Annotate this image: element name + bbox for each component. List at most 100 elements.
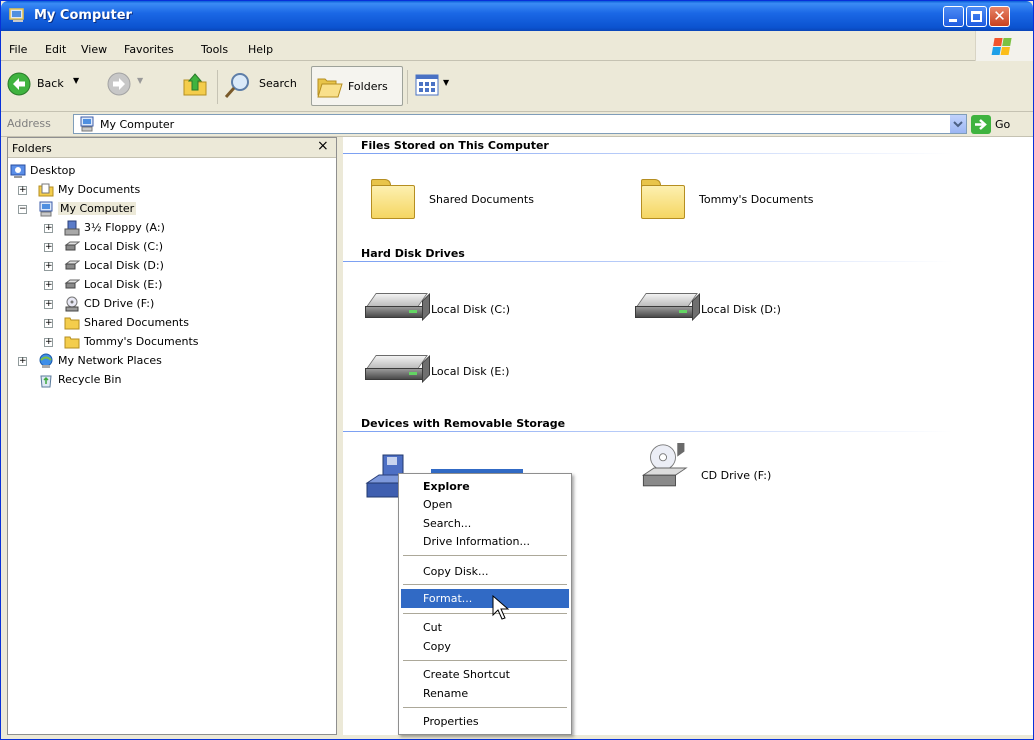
expand-icon[interactable]: + — [44, 224, 53, 233]
tree-item-local-disk-c[interactable]: + Local Disk (C:) — [10, 238, 230, 256]
go-label: Go — [995, 118, 1011, 131]
address-dropdown-button[interactable] — [949, 115, 966, 133]
menu-view[interactable]: View — [81, 43, 107, 56]
tree-item-shared-documents[interactable]: + Shared Documents — [10, 314, 230, 332]
item-label: Local Disk (E:) — [431, 365, 510, 378]
menu-item-format[interactable]: Format... — [401, 589, 569, 608]
hard-disk-icon — [64, 279, 80, 289]
toolbar-separator — [407, 70, 408, 104]
standard-toolbar: Back ▼ ▼ Search Folders ▼ — [1, 62, 1033, 112]
menu-item-cut[interactable]: Cut — [401, 618, 569, 637]
minimize-button[interactable] — [943, 6, 964, 27]
group-title-files-stored: Files Stored on This Computer — [361, 139, 549, 152]
toolbar-separator — [217, 70, 218, 104]
hard-disk-icon — [635, 293, 701, 321]
desktop-icon — [10, 164, 26, 178]
recycle-bin-icon — [40, 375, 52, 388]
menu-separator — [403, 660, 567, 661]
windows-flag-icon — [991, 38, 1012, 56]
floppy-drive-icon — [64, 220, 80, 236]
menu-item-properties[interactable]: Properties — [401, 712, 569, 731]
tree-item-my-network-places[interactable]: + My Network Places — [10, 352, 210, 370]
item-shared-documents[interactable]: Shared Documents — [369, 175, 609, 223]
expand-icon[interactable]: + — [18, 186, 27, 195]
cd-drive-icon — [641, 443, 688, 487]
search-button[interactable]: Search — [223, 68, 307, 104]
folder-icon — [639, 177, 687, 219]
item-local-disk-d[interactable]: Local Disk (D:) — [635, 285, 855, 333]
menu-item-open[interactable]: Open — [401, 495, 569, 514]
expand-icon[interactable]: + — [18, 357, 27, 366]
my-computer-icon — [39, 201, 53, 217]
menu-item-explore[interactable]: Explore — [401, 477, 569, 496]
item-tommys-documents[interactable]: Tommy's Documents — [639, 175, 899, 223]
tree-item-local-disk-e[interactable]: + Local Disk (E:) — [10, 276, 230, 294]
expand-icon[interactable]: + — [44, 338, 53, 347]
tree-item-floppy-a[interactable]: + 3½ Floppy (A:) — [10, 219, 230, 237]
tree-item-cd-drive-f[interactable]: + CD Drive (F:) — [10, 295, 230, 313]
tree-item-local-disk-d[interactable]: + Local Disk (D:) — [10, 257, 230, 275]
menu-separator — [403, 707, 567, 708]
menu-help[interactable]: Help — [248, 43, 273, 56]
menu-edit[interactable]: Edit — [45, 43, 66, 56]
menu-item-label: Open — [423, 498, 453, 511]
menu-item-label: Copy Disk... — [423, 565, 489, 578]
title-bar[interactable]: My Computer ✕ — [1, 1, 1033, 31]
menu-file[interactable]: File — [9, 43, 27, 56]
menu-item-drive-information[interactable]: Drive Information... — [401, 532, 569, 551]
back-arrow-icon — [7, 72, 31, 96]
cd-drive-icon — [65, 296, 79, 312]
folders-button[interactable]: Folders — [311, 66, 403, 106]
menu-item-label: Explore — [423, 480, 470, 493]
hard-disk-icon — [64, 260, 80, 270]
context-menu: Explore Open Search... Drive Information… — [398, 473, 572, 735]
tree-item-recycle-bin[interactable]: Recycle Bin — [10, 371, 210, 389]
menu-item-label: Rename — [423, 687, 469, 700]
menu-item-copy-disk[interactable]: Copy Disk... — [401, 562, 569, 581]
item-local-disk-e[interactable]: Local Disk (E:) — [365, 347, 585, 395]
item-label: Local Disk (C:) — [431, 303, 511, 316]
expand-icon[interactable]: + — [44, 243, 53, 252]
menu-item-rename[interactable]: Rename — [401, 684, 569, 703]
close-button[interactable]: ✕ — [989, 6, 1010, 27]
tree-label: My Documents — [58, 183, 141, 196]
address-input[interactable]: My Computer — [73, 114, 967, 134]
tree-item-desktop[interactable]: Desktop — [10, 162, 210, 180]
network-places-icon — [39, 353, 53, 368]
maximize-button[interactable] — [966, 6, 987, 27]
menu-favorites[interactable]: Favorites — [124, 43, 174, 56]
hard-disk-icon — [64, 241, 80, 251]
item-label: Tommy's Documents — [699, 193, 814, 206]
views-button[interactable]: ▼ — [415, 68, 457, 104]
up-folder-icon — [183, 73, 207, 96]
item-local-disk-c[interactable]: Local Disk (C:) — [365, 285, 585, 333]
go-button[interactable]: Go — [971, 115, 1027, 134]
views-dropdown-icon[interactable]: ▼ — [443, 78, 449, 87]
tree-item-tommys-documents[interactable]: + Tommy's Documents — [10, 333, 230, 351]
menu-item-label: Drive Information... — [423, 535, 530, 548]
forward-button[interactable]: ▼ — [107, 68, 147, 104]
menu-item-label: Search... — [423, 517, 472, 530]
group-title-removable-storage: Devices with Removable Storage — [361, 417, 566, 430]
expand-icon[interactable]: + — [44, 281, 53, 290]
menu-item-search[interactable]: Search... — [401, 514, 569, 533]
expand-icon[interactable]: + — [44, 319, 53, 328]
forward-dropdown-icon[interactable]: ▼ — [137, 76, 143, 85]
go-arrow-icon — [971, 115, 991, 134]
my-computer-icon — [80, 116, 94, 132]
back-button[interactable]: Back ▼ — [7, 68, 93, 104]
back-dropdown-icon[interactable]: ▼ — [73, 76, 79, 85]
menu-item-copy[interactable]: Copy — [401, 637, 569, 656]
expand-icon[interactable]: + — [44, 262, 53, 271]
address-bar: Address My Computer Go — [1, 112, 1033, 137]
tree-label: My Network Places — [58, 354, 162, 367]
tree-item-my-documents[interactable]: + My Documents — [10, 181, 210, 199]
collapse-icon[interactable]: − — [18, 205, 27, 214]
item-cd-drive-f[interactable]: CD Drive (F:) — [635, 443, 835, 503]
menu-item-create-shortcut[interactable]: Create Shortcut — [401, 665, 569, 684]
expand-icon[interactable]: + — [44, 300, 53, 309]
up-button[interactable] — [181, 68, 211, 104]
menu-tools[interactable]: Tools — [201, 43, 228, 56]
tree-item-my-computer[interactable]: − My Computer — [10, 200, 210, 218]
close-pane-icon[interactable]: × — [317, 138, 329, 154]
